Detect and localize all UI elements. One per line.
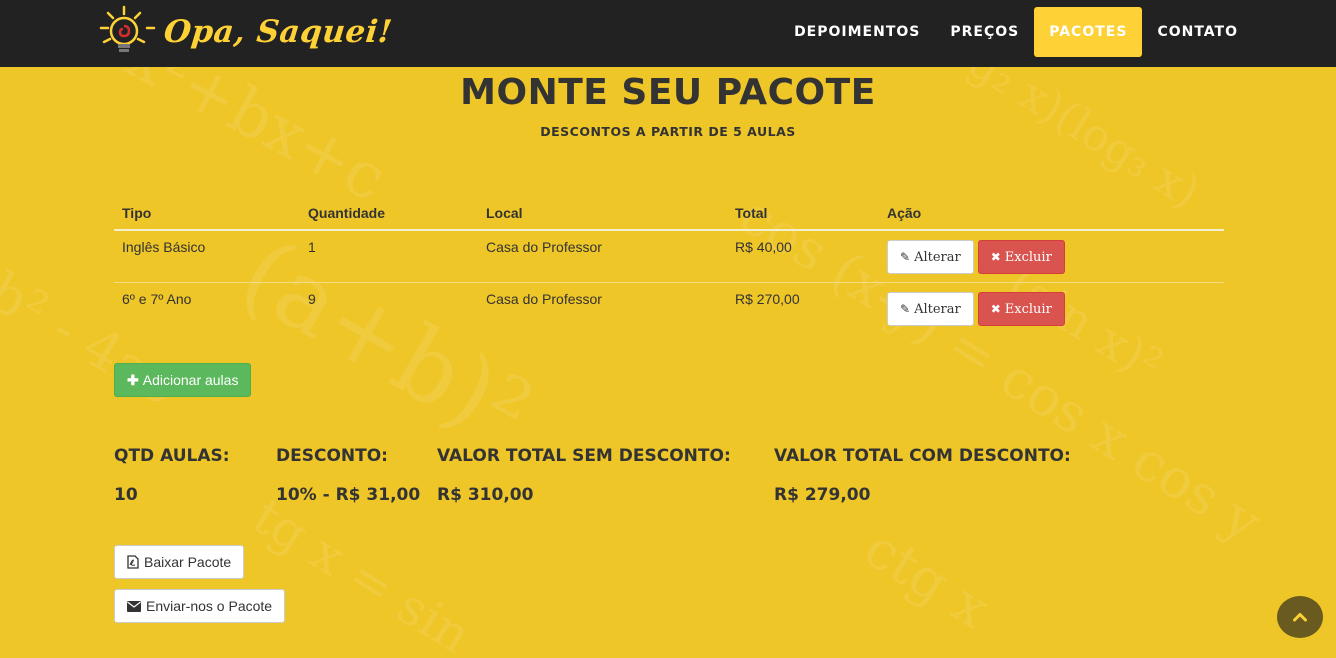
brand-name: Opa, Saquei! [162, 14, 395, 50]
delete-button[interactable]: ✖ Excluir [977, 292, 1065, 326]
total-com-desconto-label: VALOR TOTAL COM DESCONTO: [774, 446, 1071, 466]
cell-tipo: 6º e 7º Ano [122, 291, 192, 307]
cell-quantidade: 9 [308, 291, 316, 307]
times-icon: ✖ [990, 302, 1001, 316]
delete-label: Excluir [1004, 301, 1052, 317]
main-nav: DEPOIMENTOS PREÇOS PACOTES CONTATO [779, 7, 1253, 57]
pdf-file-icon [127, 555, 139, 569]
lightbulb-icon [99, 5, 156, 52]
send-package-label: Enviar-nos o Pacote [146, 598, 273, 614]
column-header-tipo: Tipo [114, 196, 300, 231]
times-icon: ✖ [990, 250, 1001, 264]
total-com-desconto-value: R$ 279,00 [774, 485, 871, 505]
table-header-row: Tipo Quantidade Local Total Ação [114, 196, 1224, 231]
cell-quantidade: 1 [300, 230, 478, 283]
qtd-aulas-label: QTD AULAS: [114, 446, 230, 466]
cell-local: Casa do Professor [478, 230, 727, 283]
pencil-icon: ✎ [900, 302, 911, 316]
plus-icon: ✚ [127, 371, 139, 388]
brand[interactable]: Opa, Saquei! [98, 4, 395, 60]
delete-label: Excluir [1004, 249, 1052, 265]
navbar: Opa, Saquei! DEPOIMENTOS PREÇOS PACOTES … [0, 0, 1336, 67]
nav-precos[interactable]: PREÇOS [935, 7, 1034, 57]
envelope-icon [127, 600, 141, 612]
cell-total: R$ 270,00 [735, 291, 800, 307]
page-subtitle: DESCONTOS A PARTIR DE 5 AULAS [540, 124, 796, 139]
download-package-button[interactable]: Baixar Pacote [114, 545, 245, 579]
nav-contato[interactable]: CONTATO [1142, 7, 1253, 57]
package-table: Tipo Quantidade Local Total Ação Inglês … [114, 196, 1224, 334]
table-row: 6º e 7º Ano 9 Casa do Professor R$ 270,0… [114, 283, 1224, 335]
qtd-aulas-value: 10 [114, 485, 138, 505]
alter-label: Alterar [914, 249, 961, 265]
cell-acao: ✎ Alterar ✖ Excluir [879, 230, 1224, 283]
add-lessons-button[interactable]: ✚ Adicionar aulas [114, 363, 252, 397]
chevron-up-icon [1293, 613, 1307, 622]
scroll-to-top-button[interactable] [1277, 596, 1323, 638]
cell-tipo: Inglês Básico [114, 230, 300, 283]
delete-button[interactable]: ✖ Excluir [977, 240, 1065, 274]
total-sem-desconto-label: VALOR TOTAL SEM DESCONTO: [437, 446, 731, 466]
cell-local: Casa do Professor [486, 291, 602, 307]
page-title: MONTE SEU PACOTE [460, 72, 876, 113]
add-lessons-label: Adicionar aulas [142, 372, 239, 388]
column-header-total: Total [727, 196, 879, 231]
desconto-label: DESCONTO: [276, 446, 388, 466]
cell-acao: ✎ Alterar ✖ Excluir [879, 283, 1224, 335]
total-sem-desconto-value: R$ 310,00 [437, 485, 534, 505]
table-row: Inglês Básico 1 Casa do Professor R$ 40,… [114, 230, 1224, 283]
download-package-label: Baixar Pacote [144, 554, 232, 570]
column-header-local: Local [478, 196, 727, 231]
send-package-button[interactable]: Enviar-nos o Pacote [114, 589, 286, 623]
alter-button[interactable]: ✎ Alterar [887, 292, 974, 326]
alter-button[interactable]: ✎ Alterar [887, 240, 974, 274]
nav-pacotes[interactable]: PACOTES [1034, 7, 1143, 57]
alter-label: Alterar [914, 301, 961, 317]
column-header-quantidade: Quantidade [300, 196, 478, 231]
nav-depoimentos[interactable]: DEPOIMENTOS [779, 7, 935, 57]
desconto-value: 10% - R$ 31,00 [276, 485, 421, 505]
column-header-acao: Ação [879, 196, 1224, 231]
pencil-icon: ✎ [900, 250, 911, 264]
cell-total: R$ 40,00 [727, 230, 879, 283]
